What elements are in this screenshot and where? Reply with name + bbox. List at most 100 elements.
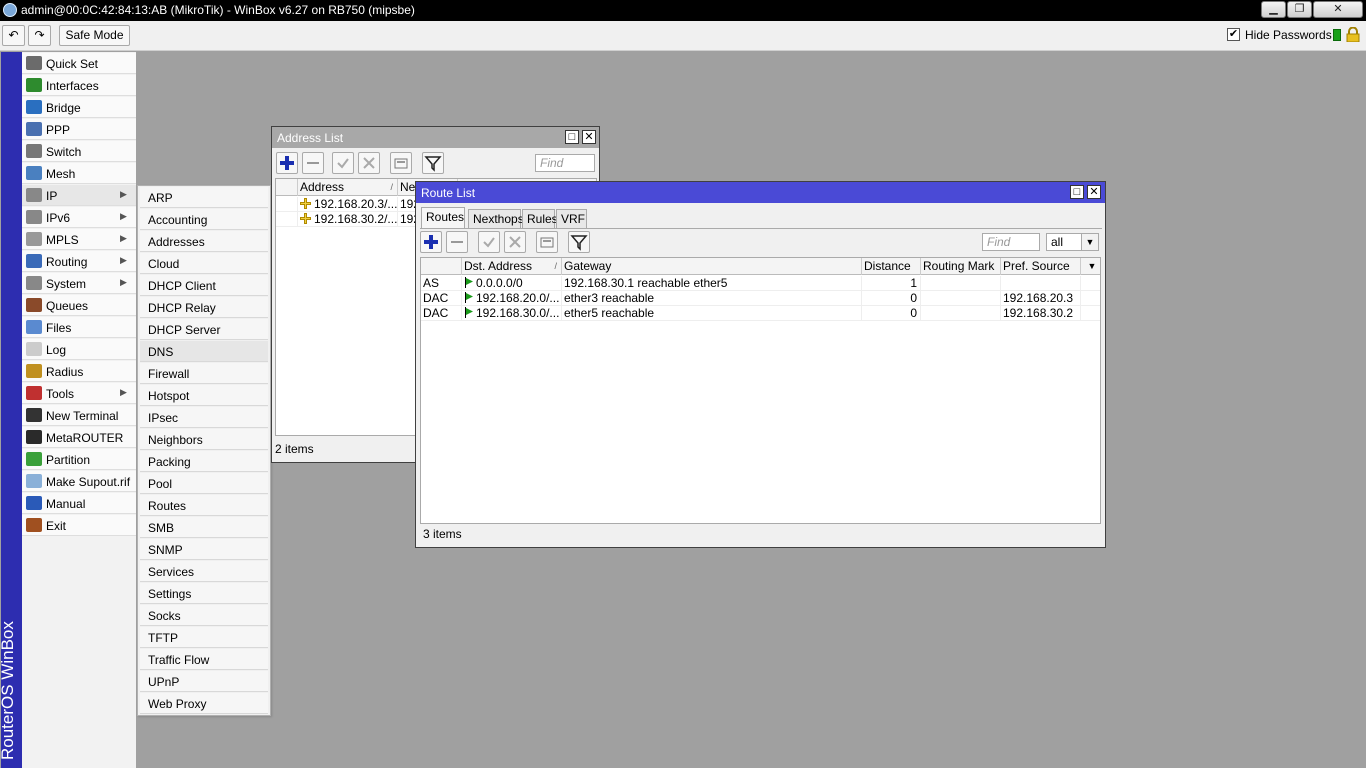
dst-address-value: 192.168.20.0/... bbox=[476, 291, 560, 305]
route-list-title-bar[interactable]: Route List □ ✕ bbox=[416, 182, 1105, 203]
col-address[interactable]: Address / bbox=[298, 179, 398, 196]
enable-button[interactable] bbox=[478, 231, 500, 253]
submenu-item-packing[interactable]: Packing bbox=[140, 451, 268, 472]
menu-item-interfaces[interactable]: Interfaces bbox=[22, 75, 136, 96]
distance-cell: 1 bbox=[862, 276, 921, 291]
menu-item-radius[interactable]: Radius bbox=[22, 361, 136, 382]
submenu-item-tftp[interactable]: TFTP bbox=[140, 627, 268, 648]
add-button[interactable] bbox=[420, 231, 442, 253]
safe-mode-button[interactable]: Safe Mode bbox=[59, 25, 130, 46]
menu-item-mesh[interactable]: Mesh bbox=[22, 163, 136, 184]
menu-item-ppp[interactable]: PPP bbox=[22, 119, 136, 140]
column-chooser-icon[interactable]: ▼ bbox=[1081, 258, 1100, 275]
col-gateway[interactable]: Gateway bbox=[562, 258, 862, 275]
enable-button[interactable] bbox=[332, 152, 354, 174]
add-button[interactable] bbox=[276, 152, 298, 174]
menu-item-metarouter[interactable]: MetaROUTER bbox=[22, 427, 136, 448]
submenu-item-services[interactable]: Services bbox=[140, 561, 268, 582]
filter-button[interactable] bbox=[422, 152, 444, 174]
route-row[interactable]: DAC 192.168.30.0/... ether5 reachable 0 192.… bbox=[421, 306, 1100, 321]
remove-button[interactable] bbox=[446, 231, 468, 253]
close-icon[interactable]: ✕ bbox=[582, 130, 596, 144]
submenu-item-neighbors[interactable]: Neighbors bbox=[140, 429, 268, 450]
route-row[interactable]: AS 0.0.0.0/0 192.168.30.1 reachable ether5… bbox=[421, 276, 1100, 291]
disable-button[interactable] bbox=[504, 231, 526, 253]
submenu-item-cloud[interactable]: Cloud bbox=[140, 253, 268, 274]
route-find-input[interactable]: Find bbox=[982, 233, 1040, 251]
undo-button[interactable]: ↶ bbox=[2, 25, 25, 46]
menu-item-manual[interactable]: Manual bbox=[22, 493, 136, 514]
col-distance[interactable]: Distance bbox=[862, 258, 921, 275]
close-icon[interactable]: ✕ bbox=[1087, 185, 1101, 199]
menu-item-routing[interactable]: Routing ▶ bbox=[22, 251, 136, 272]
submenu-item-settings[interactable]: Settings bbox=[140, 583, 268, 604]
submenu-item-pool[interactable]: Pool bbox=[140, 473, 268, 494]
menu-item-label: Queues bbox=[46, 299, 89, 313]
address-plus-icon bbox=[300, 212, 314, 226]
address-list-title-bar[interactable]: Address List □ ✕ bbox=[272, 127, 599, 148]
minimize-button[interactable]: ▁ bbox=[1261, 1, 1286, 18]
disable-button[interactable] bbox=[358, 152, 380, 174]
route-list-window: Route List □ ✕ Find all ▼ Dst. Address / … bbox=[415, 181, 1106, 548]
col-routing-mark[interactable]: Routing Mark bbox=[921, 258, 1001, 275]
submenu-arrow-icon: ▶ bbox=[120, 277, 127, 287]
submenu-item-web-proxy[interactable]: Web Proxy bbox=[140, 693, 268, 714]
submenu-item-snmp[interactable]: SNMP bbox=[140, 539, 268, 560]
comment-button[interactable] bbox=[536, 231, 558, 253]
maximize-icon[interactable]: □ bbox=[565, 130, 579, 144]
close-window-button[interactable]: ✕ bbox=[1313, 1, 1363, 18]
submenu-item-traffic-flow[interactable]: Traffic Flow bbox=[140, 649, 268, 670]
menu-item-log[interactable]: Log bbox=[22, 339, 136, 360]
tab-rules[interactable]: Rules bbox=[522, 209, 558, 228]
submenu-item-smb[interactable]: SMB bbox=[140, 517, 268, 538]
tab-vrf[interactable]: VRF bbox=[556, 209, 587, 228]
menu-item-ipv6[interactable]: IPv6 ▶ bbox=[22, 207, 136, 228]
maximize-button[interactable]: ❐ bbox=[1287, 1, 1312, 18]
menu-item-label: PPP bbox=[46, 123, 71, 137]
menu-item-system[interactable]: System ▶ bbox=[22, 273, 136, 294]
menu-item-tools[interactable]: Tools ▶ bbox=[22, 383, 136, 404]
tab-nexthops[interactable]: Nexthops bbox=[468, 209, 524, 228]
submenu-item-dns[interactable]: DNS bbox=[140, 341, 268, 362]
submenu-item-ipsec[interactable]: IPsec bbox=[140, 407, 268, 428]
menu-item-bridge[interactable]: Bridge bbox=[22, 97, 136, 118]
submenu-item-addresses[interactable]: Addresses bbox=[140, 231, 268, 252]
submenu-item-socks[interactable]: Socks bbox=[140, 605, 268, 626]
col-pref-source[interactable]: Pref. Source bbox=[1001, 258, 1081, 275]
maximize-icon[interactable]: □ bbox=[1070, 185, 1084, 199]
main-toolbar: ↶ ↷ Safe Mode bbox=[0, 21, 1366, 51]
menu-item-switch[interactable]: Switch bbox=[22, 141, 136, 162]
menu-item-files[interactable]: Files bbox=[22, 317, 136, 338]
dst-address-cell: 192.168.20.0/... bbox=[462, 291, 562, 306]
redo-button[interactable]: ↷ bbox=[28, 25, 51, 46]
menu-item-mpls[interactable]: MPLS ▶ bbox=[22, 229, 136, 250]
menu-item-partition[interactable]: Partition bbox=[22, 449, 136, 470]
menu-item-ip[interactable]: IP ▶ bbox=[22, 185, 136, 206]
comment-button[interactable] bbox=[390, 152, 412, 174]
submenu-item-accounting[interactable]: Accounting bbox=[140, 209, 268, 230]
route-filter-select[interactable]: all ▼ bbox=[1046, 233, 1099, 251]
filter-button[interactable] bbox=[568, 231, 590, 253]
submenu-item-upnp[interactable]: UPnP bbox=[140, 671, 268, 692]
submenu-item-arp[interactable]: ARP bbox=[140, 187, 268, 208]
col-dst-address[interactable]: Dst. Address / bbox=[462, 258, 562, 275]
col-flag[interactable] bbox=[276, 179, 298, 196]
remove-button[interactable] bbox=[302, 152, 324, 174]
address-find-input[interactable]: Find bbox=[535, 154, 595, 172]
submenu-item-hotspot[interactable]: Hotspot bbox=[140, 385, 268, 406]
submenu-item-dhcp-server[interactable]: DHCP Server bbox=[140, 319, 268, 340]
submenu-item-dhcp-client[interactable]: DHCP Client bbox=[140, 275, 268, 296]
tab-routes[interactable]: Routes bbox=[421, 207, 465, 228]
menu-item-make-supout-rif[interactable]: Make Supout.rif bbox=[22, 471, 136, 492]
submenu-item-firewall[interactable]: Firewall bbox=[140, 363, 268, 384]
menu-item-new-terminal[interactable]: New Terminal bbox=[22, 405, 136, 426]
col-flags[interactable] bbox=[421, 258, 462, 275]
menu-item-queues[interactable]: Queues bbox=[22, 295, 136, 316]
menu-item-quick-set[interactable]: Quick Set bbox=[22, 53, 136, 74]
submenu-item-routes[interactable]: Routes bbox=[140, 495, 268, 516]
hide-passwords-checkbox[interactable]: ✔ bbox=[1227, 28, 1240, 41]
route-row[interactable]: DAC 192.168.20.0/... ether3 reachable 0 192.… bbox=[421, 291, 1100, 306]
submenu-item-dhcp-relay[interactable]: DHCP Relay bbox=[140, 297, 268, 318]
menu-item-exit[interactable]: Exit bbox=[22, 515, 136, 536]
chevron-down-icon[interactable]: ▼ bbox=[1081, 234, 1098, 250]
